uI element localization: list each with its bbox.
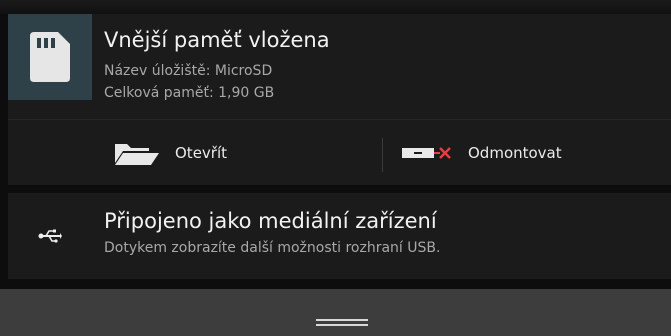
total-memory-text: Celková paměť: 1,90 GB (104, 85, 275, 101)
folder-icon (113, 141, 159, 165)
notification-title: Vnější paměť vložena (104, 28, 330, 52)
drag-handle-icon[interactable] (316, 319, 368, 329)
usb-notification[interactable]: Připojeno jako mediální zařízení Dotykem… (8, 193, 671, 279)
unmount-button[interactable]: Odmontovat (402, 120, 562, 186)
unmount-icon (402, 145, 452, 161)
usb-icon (8, 193, 92, 279)
notification-shade-bottom-bar (0, 289, 671, 336)
notification-title: Připojeno jako mediální zařízení (104, 209, 437, 233)
open-label: Otevřít (175, 144, 228, 162)
status-bar-strip (0, 0, 671, 14)
open-button[interactable]: Otevřít (113, 120, 227, 186)
usb-description-text: Dotykem zobrazíte další možnosti rozhran… (104, 240, 441, 256)
storage-name-text: Název úložiště: MicroSD (104, 63, 273, 79)
actions-divider (382, 138, 383, 172)
storage-notification[interactable]: Vnější paměť vložena Název úložiště: Mic… (8, 14, 671, 185)
notification-actions: Otevřít Odmontovat (8, 119, 671, 186)
unmount-label: Odmontovat (468, 144, 562, 162)
sd-card-icon (8, 14, 92, 100)
